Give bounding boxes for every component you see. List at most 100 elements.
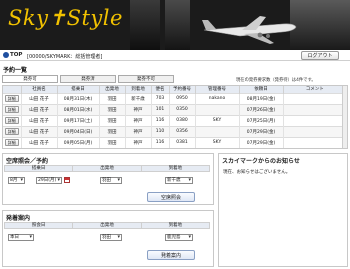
detail-button[interactable]: 詳細: [4, 117, 19, 124]
site-header: Sky✝Style: [0, 0, 350, 50]
column-header: 社員名: [21, 86, 58, 93]
cell-booking-no: 0350: [169, 103, 196, 115]
cell-booking-no: 0381: [169, 136, 196, 148]
cell-manage-no: SKY: [195, 114, 240, 126]
cell-request-date: 07月29日(金): [239, 125, 284, 137]
cell-comment: [283, 103, 347, 115]
departures-search-button[interactable]: 発着案内: [147, 250, 195, 260]
cell-arrival: 神戸: [125, 125, 152, 137]
cell-manage-no: [195, 125, 240, 137]
column-header: 到着地: [168, 223, 183, 228]
cell-request-date: 08月19日(金): [239, 92, 284, 104]
detail-button[interactable]: 詳細: [4, 106, 19, 113]
cell-request-date: 07月26日(金): [239, 103, 284, 115]
top-link[interactable]: TOP: [3, 52, 22, 58]
home-icon: [3, 52, 9, 58]
cell-departure: 羽田: [99, 92, 126, 104]
calendar-icon[interactable]: [64, 177, 70, 183]
cell-name: 山田 花子: [21, 103, 58, 115]
reservation-tabs: 発券可 発券済 発券不可: [2, 75, 174, 83]
cell-departure: 羽田: [99, 136, 126, 148]
cell-request-date: 07月25日(月): [239, 114, 284, 126]
cell-flight: 110: [151, 125, 170, 137]
cell-arrival: 新千歳: [125, 92, 152, 104]
cell-departure: 羽田: [99, 114, 126, 126]
cell-manage-no: SKY: [195, 136, 240, 148]
cell-manage-no: nakano: [195, 92, 240, 104]
column-header: コメント: [283, 86, 347, 93]
column-header: 出発地: [73, 223, 142, 228]
column-header: 依頼日: [239, 86, 284, 93]
pending-count-note: 現在の発券要求数（発券待）は4件です。: [236, 78, 316, 83]
vacancy-search-button[interactable]: 空席照会: [147, 192, 195, 202]
cell-arrival: 神戸: [125, 136, 152, 148]
table-row: 詳細 山田 花子 09月05日(月) 羽田 神戸 116 0381 SKY 07…: [3, 136, 347, 148]
reservation-list-title: 予約一覧: [3, 67, 28, 74]
day-select[interactable]: 29日(月): [36, 177, 62, 184]
table-scrollbar[interactable]: [342, 86, 347, 148]
column-header: 照会日: [5, 223, 74, 228]
detail-button[interactable]: 詳細: [4, 139, 19, 147]
cell-comment: [283, 114, 347, 126]
cell-arrival: 神戸: [125, 114, 152, 126]
column-header: 便名: [151, 86, 170, 93]
cell-date: 09月05日(月): [57, 136, 100, 148]
column-header: [3, 86, 22, 93]
logout-button[interactable]: ログアウト: [301, 51, 339, 60]
table-header-row: 社員名 搭乗日 出発地 到着地 便名 予約番号 管理番号 依頼日 コメント: [3, 86, 347, 93]
tab-issuable[interactable]: 発券可: [2, 75, 58, 83]
detail-button[interactable]: 詳細: [4, 95, 19, 102]
skystyle-logo: Sky✝Style: [8, 6, 123, 30]
cell-departure: 羽田: [99, 125, 126, 137]
top-link-label: TOP: [10, 52, 23, 58]
column-header: 到着地: [125, 86, 152, 93]
cell-name: 山田 花子: [21, 136, 58, 148]
cell-manage-no: [195, 103, 240, 115]
month-select[interactable]: 8月: [8, 177, 25, 184]
arrival-select[interactable]: 新千歳: [165, 177, 193, 184]
column-header: 出発地: [73, 166, 142, 171]
cell-booking-no: 0950: [169, 92, 196, 104]
date-select[interactable]: 本日: [8, 234, 34, 241]
departure-select[interactable]: 羽田: [100, 234, 122, 241]
cell-request-date: 07月29日(金): [239, 136, 284, 148]
column-header: 搭乗日: [57, 86, 100, 93]
user-info: [00000/SKYMARK：総括管理者]: [27, 53, 103, 60]
cell-booking-no: 0356: [169, 125, 196, 137]
cell-date: 09月04日(日): [57, 125, 100, 137]
top-bar: TOP [00000/SKYMARK：総括管理者] ログアウト: [0, 50, 350, 61]
airplane-icon: [202, 16, 297, 44]
departure-select[interactable]: 羽田: [100, 177, 122, 184]
arrival-select[interactable]: 鹿児島: [165, 234, 193, 241]
table-row: 詳細 山田 花子 09月04日(日) 羽田 神戸 110 0356 07月29日…: [3, 125, 347, 137]
cell-flight: 703: [151, 92, 170, 104]
tab-issued[interactable]: 発券済: [60, 75, 116, 83]
cell-flight: 101: [151, 103, 170, 115]
cell-date: 08月31日(木): [57, 92, 100, 104]
column-header: 出発地: [99, 86, 126, 93]
cell-name: 山田 花子: [21, 125, 58, 137]
cell-comment: [283, 136, 347, 148]
header-building-image: [165, 0, 190, 50]
reservation-table: 社員名 搭乗日 出発地 到着地 便名 予約番号 管理番号 依頼日 コメント 詳細…: [2, 85, 348, 149]
cell-date: 09月17日(土): [57, 114, 100, 126]
cell-comment: [283, 92, 347, 104]
cell-departure: 羽田: [99, 103, 126, 115]
cell-booking-no: 0380: [169, 114, 196, 126]
cell-date: 08月01日(水): [57, 103, 100, 115]
news-panel: スカイマークからのお知らせ 現在、お知らせはございません。: [218, 153, 348, 267]
cell-flight: 116: [151, 114, 170, 126]
detail-button[interactable]: 詳細: [4, 128, 19, 135]
cell-arrival: 神戸: [125, 103, 152, 115]
column-header: 搭乗日: [5, 166, 74, 171]
table-row: 詳細 山田 花子 08月01日(水) 羽田 神戸 101 0350 07月26日…: [3, 103, 347, 115]
vacancy-header-row: 搭乗日 出発地 到着地: [4, 165, 210, 172]
table-row: 詳細 山田 花子 08月31日(木) 羽田 新千歳 703 0950 nakan…: [3, 92, 347, 104]
header-building-image: [130, 0, 160, 50]
news-body: 現在、お知らせはございません。: [223, 170, 291, 175]
cell-name: 山田 花子: [21, 114, 58, 126]
column-header: 到着地: [168, 166, 183, 171]
tab-not-issuable[interactable]: 発券不可: [118, 75, 174, 83]
cell-name: 山田 花子: [21, 92, 58, 104]
news-title: スカイマークからのお知らせ: [222, 158, 300, 165]
